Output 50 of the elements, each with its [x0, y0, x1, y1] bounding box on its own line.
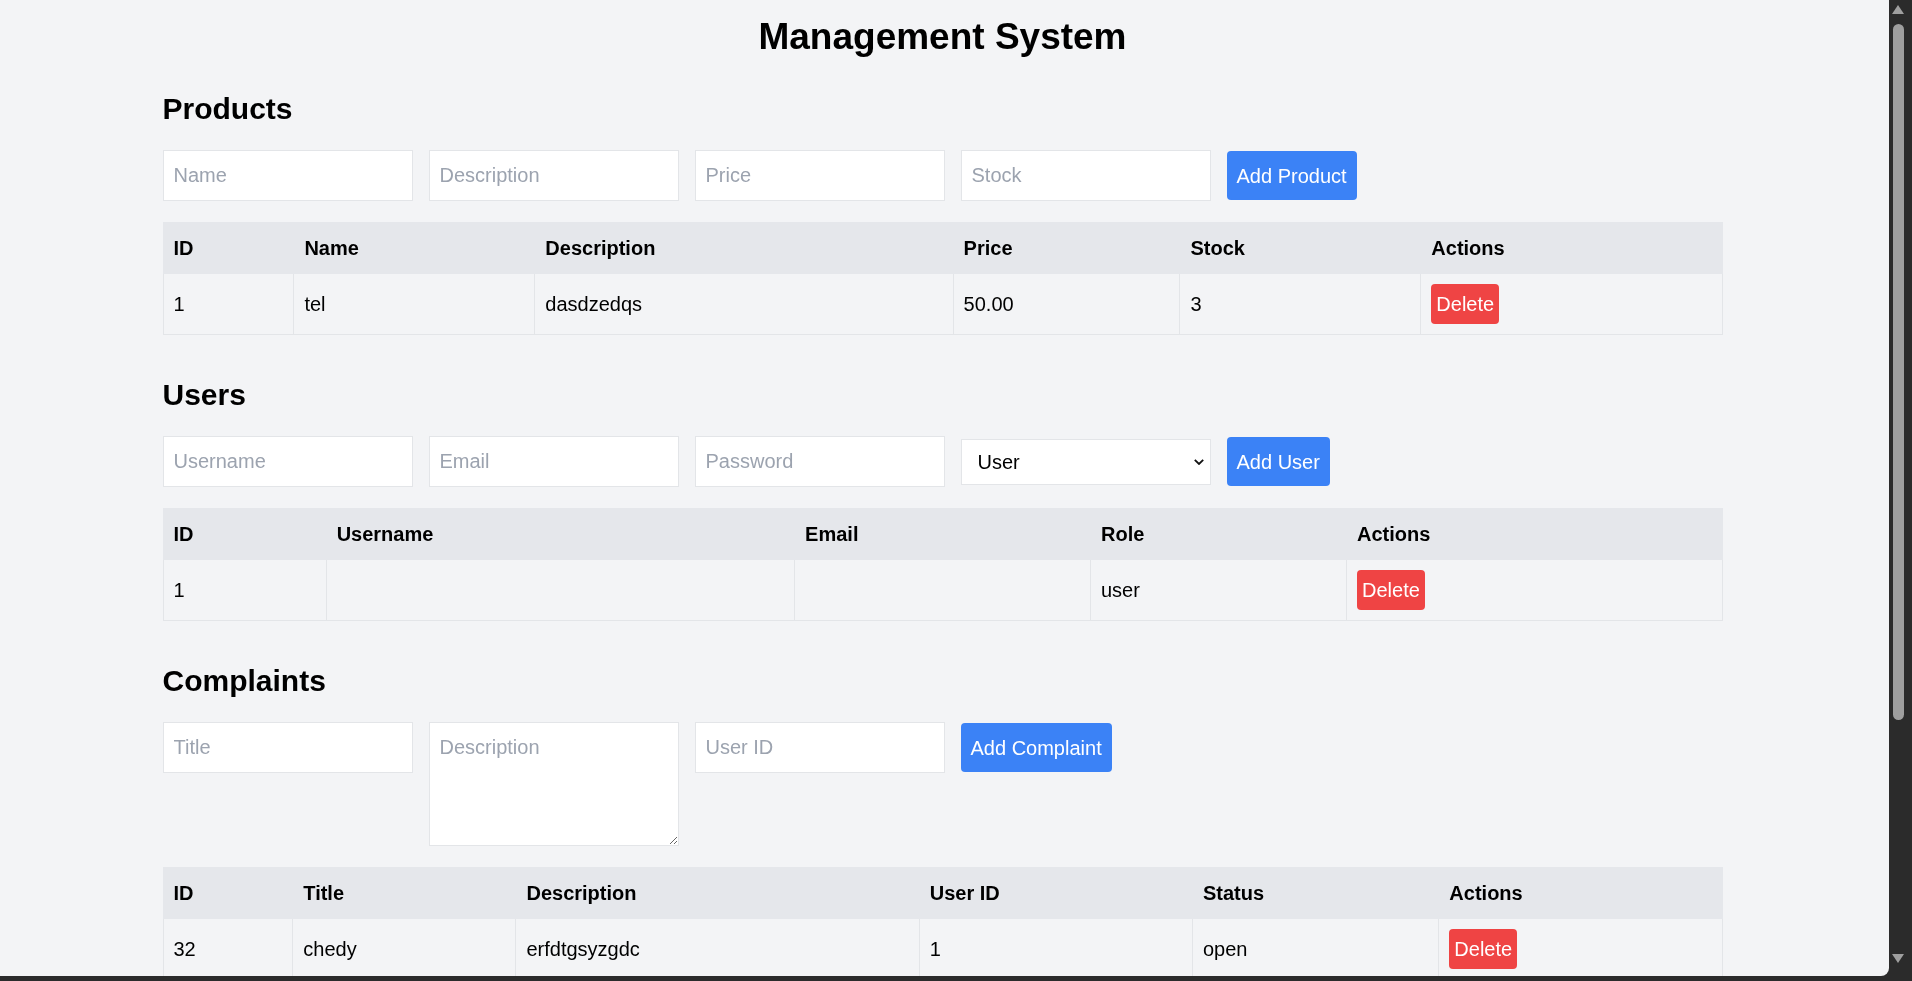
chevron-icon	[1193, 459, 1204, 465]
column-header: Title	[292, 867, 516, 919]
column-header: Status	[1192, 867, 1439, 919]
delete-button[interactable]: Delete	[1449, 929, 1518, 969]
table-cell: dasdzedqs	[534, 273, 954, 335]
column-header: Role	[1090, 508, 1347, 560]
add-button[interactable]: Add Product	[1226, 151, 1357, 200]
table-cell: 1	[163, 559, 327, 621]
page-title: Management System	[757, 15, 1128, 59]
column-header: ID	[163, 867, 293, 919]
up-arrow-icon[interactable]	[1892, 5, 1904, 14]
delete-button[interactable]: Delete	[1357, 570, 1425, 610]
table-cell: user	[1090, 559, 1347, 621]
table-cell: 1	[163, 273, 294, 335]
table-cell: 32	[163, 918, 293, 976]
input-field[interactable]: Description	[428, 150, 679, 201]
column-header: Price	[953, 222, 1180, 274]
textarea-field[interactable]: Description	[428, 722, 679, 846]
delete-button[interactable]: Delete	[1431, 284, 1500, 324]
table-cell: tel	[293, 273, 535, 335]
scrollbar-thumb[interactable]	[1893, 24, 1904, 720]
column-header: Email	[794, 508, 1091, 560]
column-header: Stock	[1179, 222, 1421, 274]
input-field[interactable]: Name	[162, 150, 413, 201]
add-button[interactable]: Add Complaint	[960, 723, 1112, 772]
input-field[interactable]: Email	[428, 436, 679, 487]
column-header: ID	[163, 222, 294, 274]
table-cell: 3	[1179, 273, 1421, 335]
input-field[interactable]: Title	[162, 722, 413, 773]
dropdown[interactable]: User	[960, 439, 1211, 485]
input-field[interactable]: User ID	[694, 722, 945, 773]
column-header: Name	[293, 222, 535, 274]
add-button[interactable]: Add User	[1226, 437, 1330, 486]
column-header: Description	[534, 222, 954, 274]
column-header: Actions	[1420, 222, 1722, 274]
section-heading: Products	[162, 91, 294, 127]
column-header: Actions	[1438, 867, 1722, 919]
column-header: Username	[326, 508, 795, 560]
input-field[interactable]: Password	[694, 436, 945, 487]
column-header: User ID	[919, 867, 1193, 919]
input-field[interactable]: Username	[162, 436, 413, 487]
input-field[interactable]: Price	[694, 150, 945, 201]
input-field[interactable]: Stock	[960, 150, 1211, 201]
down-arrow-icon[interactable]	[1892, 954, 1904, 963]
column-header: Description	[515, 867, 920, 919]
table-cell: 50.00	[953, 273, 1180, 335]
column-header: ID	[163, 508, 327, 560]
column-header: Actions	[1346, 508, 1722, 560]
section-heading: Complaints	[162, 663, 327, 699]
section-heading: Users	[162, 377, 247, 413]
